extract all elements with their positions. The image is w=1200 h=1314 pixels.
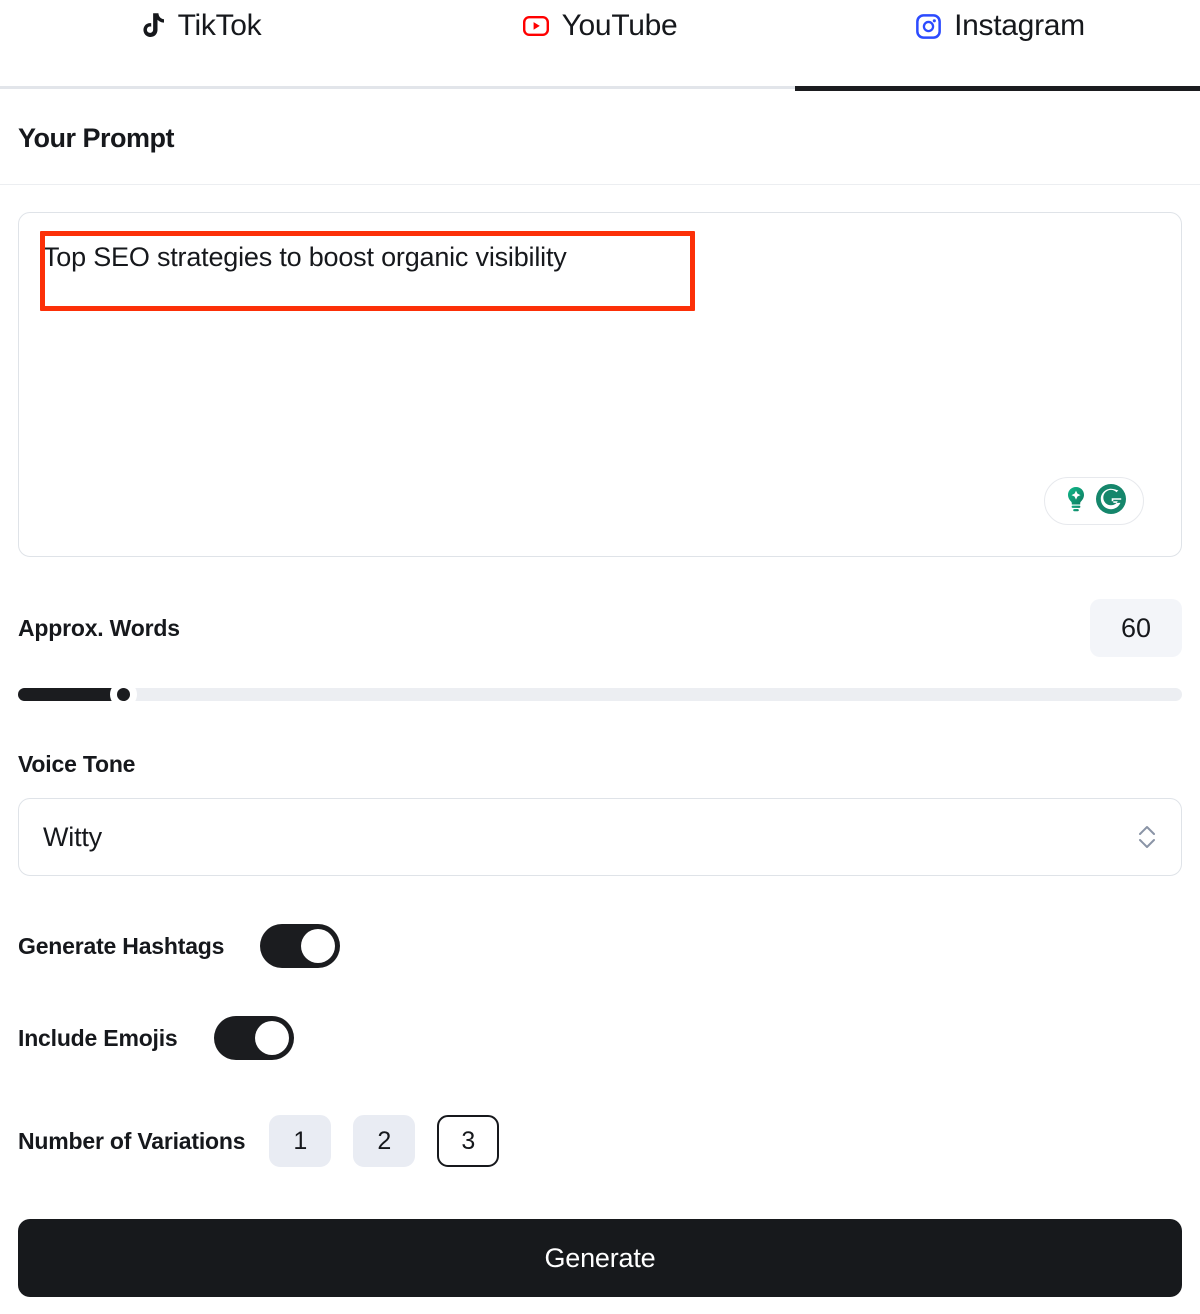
approx-words-label: Approx. Words [18,614,180,641]
toggle-knob [254,1021,289,1055]
grammarly-g-icon[interactable] [1094,482,1128,521]
include-emojis-row: Include Emojis [18,1016,1182,1060]
generate-hashtags-toggle[interactable] [260,924,341,968]
tab-instagram[interactable]: Instagram [800,0,1200,92]
variation-option-3[interactable]: 3 [437,1115,500,1167]
include-emojis-toggle[interactable] [213,1016,294,1060]
approx-words-slider[interactable] [18,681,1182,708]
tab-active-indicator [795,86,1200,91]
tab-label: YouTube [561,9,678,42]
voice-tone-select-wrapper: WittyProfessionalCasualFriendlyBoldInspi… [18,798,1182,876]
grammarly-widget[interactable] [1044,477,1144,525]
tab-label: Instagram [954,9,1085,42]
generate-button[interactable]: Generate [18,1219,1182,1297]
slider-fill [18,688,123,701]
prompt-input[interactable] [18,212,1182,557]
slider-track [18,688,1182,701]
voice-tone-label: Voice Tone [18,751,136,777]
prompt-section-header: Your Prompt [0,92,1200,185]
tab-youtube[interactable]: YouTube [400,0,800,92]
prompt-field-wrapper [18,212,1182,557]
tab-tiktok[interactable]: TikTok [0,0,400,92]
voice-tone-select[interactable]: WittyProfessionalCasualFriendlyBoldInspi… [18,798,1182,876]
platform-tabbar: TikTok YouTube Instagram [0,0,1200,92]
youtube-icon [522,6,549,46]
include-emojis-label: Include Emojis [18,1024,178,1051]
page-title: Your Prompt [18,122,175,153]
lightbulb-sparkle-icon[interactable] [1060,483,1092,520]
form-panel: Approx. Words 60 Voice Tone WittyProfess… [0,212,1200,1297]
variation-option-2[interactable]: 2 [353,1115,416,1167]
number-of-variations-label: Number of Variations [18,1127,246,1154]
number-of-variations-row: Number of Variations 1 2 3 [18,1115,1182,1167]
voice-tone-block: Voice Tone WittyProfessionalCasualFriend… [18,751,1182,876]
tiktok-icon [139,6,165,46]
tab-label: TikTok [177,9,262,42]
approx-words-row: Approx. Words 60 [18,599,1182,657]
approx-words-value: 60 [1090,599,1182,657]
toggle-knob [301,929,336,963]
generate-hashtags-label: Generate Hashtags [18,932,225,959]
variation-option-1[interactable]: 1 [269,1115,332,1167]
generate-hashtags-row: Generate Hashtags [18,924,1182,968]
slider-thumb[interactable] [109,681,137,708]
instagram-icon [915,6,941,46]
